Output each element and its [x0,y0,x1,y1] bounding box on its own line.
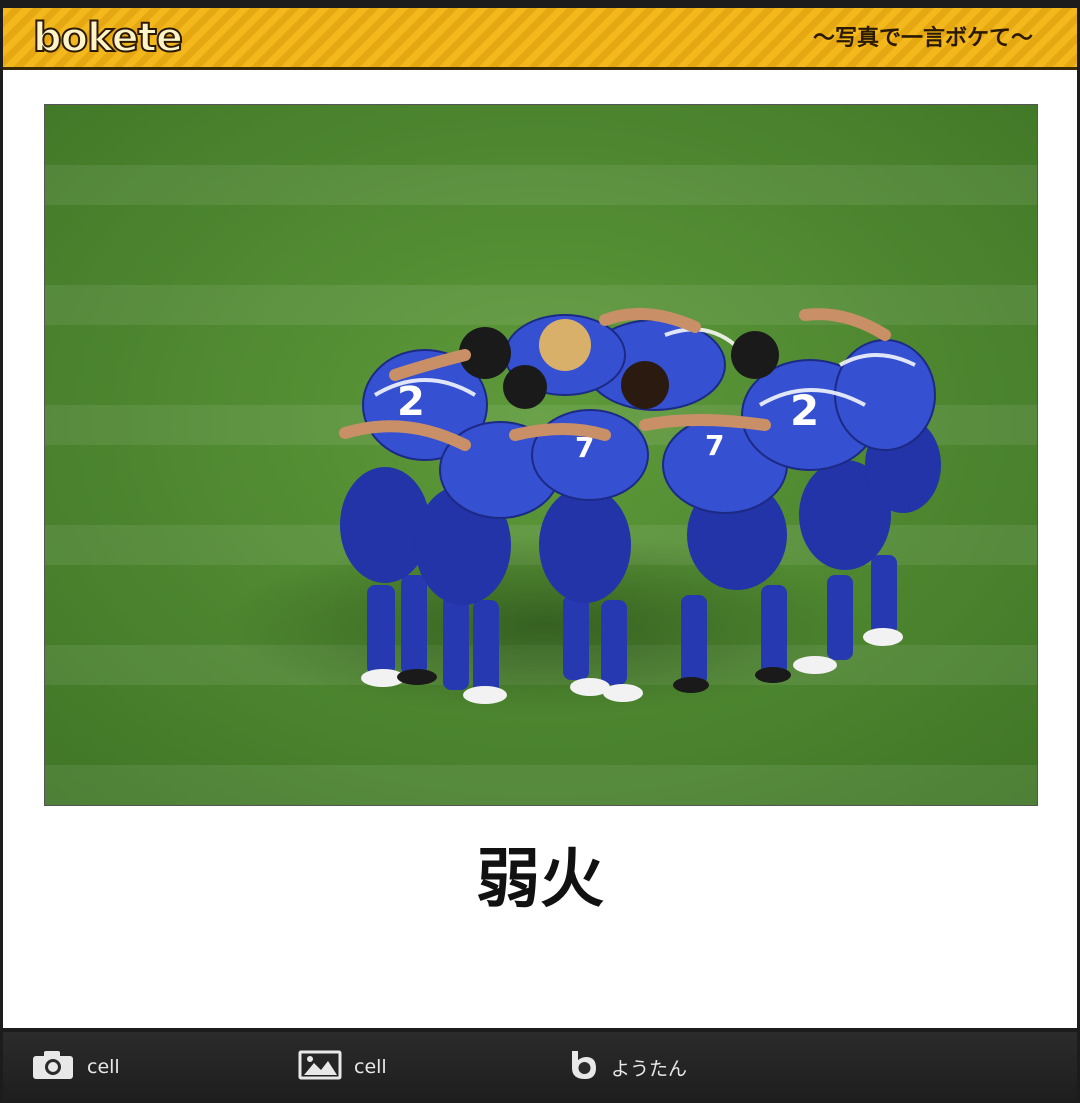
photo-author-label: cell [87,1056,120,1078]
footer-toolbar: cell cell ようたん [3,1032,1077,1100]
image-icon [298,1050,342,1085]
svg-text:7: 7 [705,429,724,462]
site-tagline: 〜写真で一言ボケて〜 [812,26,1033,51]
post-photo[interactable]: 2 2 7 7 [44,104,1038,806]
bokete-logo[interactable]: bokete [32,15,184,61]
bokete-b-icon [565,1048,599,1087]
camera-icon [31,1050,75,1085]
header-banner: bokete 〜写真で一言ボケて〜 [3,8,1077,70]
svg-text:2: 2 [790,386,819,435]
bokete-post-frame: bokete 〜写真で一言ボケて〜 2 2 7 7 弱火 cell cell よ… [0,0,1080,1103]
footer-item-photo-author[interactable]: cell [31,1050,120,1085]
svg-text:2: 2 [397,379,425,425]
boke-author-label: ようたん [611,1057,688,1080]
post-card: 2 2 7 7 弱火 [3,70,1077,1028]
boke-caption: 弱火 [476,843,604,917]
soccer-team-huddle-photo: 2 2 7 7 [45,105,1037,805]
footer-item-image-author[interactable]: cell [298,1050,387,1085]
footer-item-boke-author[interactable]: ようたん [565,1050,688,1082]
image-author-label: cell [354,1056,387,1078]
